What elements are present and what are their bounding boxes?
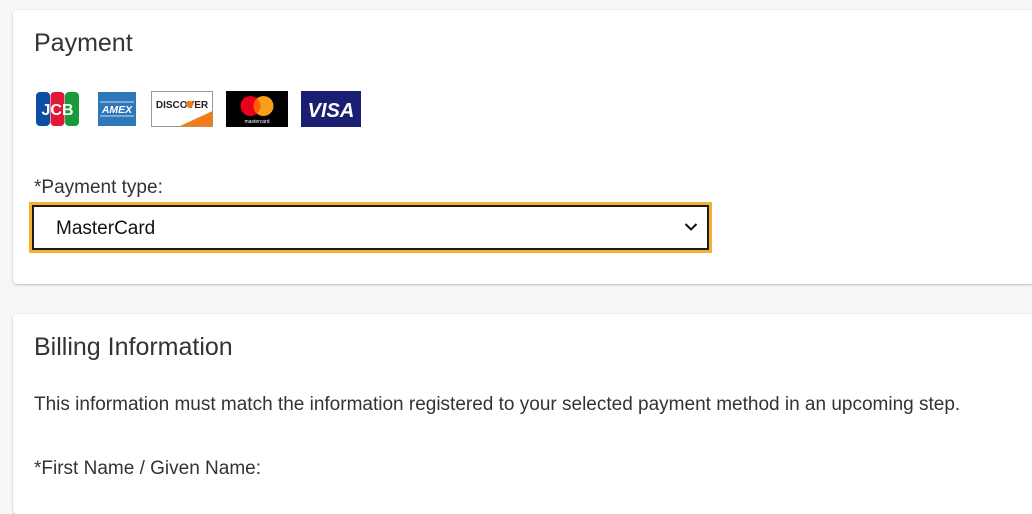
svg-text:VISA: VISA — [308, 100, 355, 122]
payment-type-selected-value: MasterCard — [56, 218, 156, 239]
payment-type-label: *Payment type: — [34, 177, 163, 198]
payment-card: Payment JCB AMEX DISCOVER mastercard VIS… — [13, 10, 1032, 284]
jcb-logo-icon: JCB — [35, 91, 80, 127]
billing-title: Billing Information — [34, 333, 233, 361]
chevron-down-icon — [684, 223, 698, 231]
amex-logo-icon: AMEX — [97, 91, 137, 127]
svg-text:mastercard: mastercard — [244, 119, 269, 125]
first-name-label: *First Name / Given Name: — [34, 458, 261, 479]
svg-text:JCB: JCB — [41, 102, 73, 119]
svg-text:DISCOVER: DISCOVER — [156, 100, 209, 111]
billing-description: This information must match the informat… — [34, 394, 961, 415]
payment-type-select[interactable]: MasterCard — [29, 202, 712, 253]
payment-title: Payment — [34, 29, 133, 57]
visa-logo-icon: VISA — [301, 91, 361, 127]
svg-text:AMEX: AMEX — [101, 104, 133, 116]
discover-logo-icon: DISCOVER — [151, 91, 213, 127]
billing-card: Billing Information This information mus… — [13, 314, 1032, 514]
mastercard-logo-icon: mastercard — [226, 91, 288, 127]
